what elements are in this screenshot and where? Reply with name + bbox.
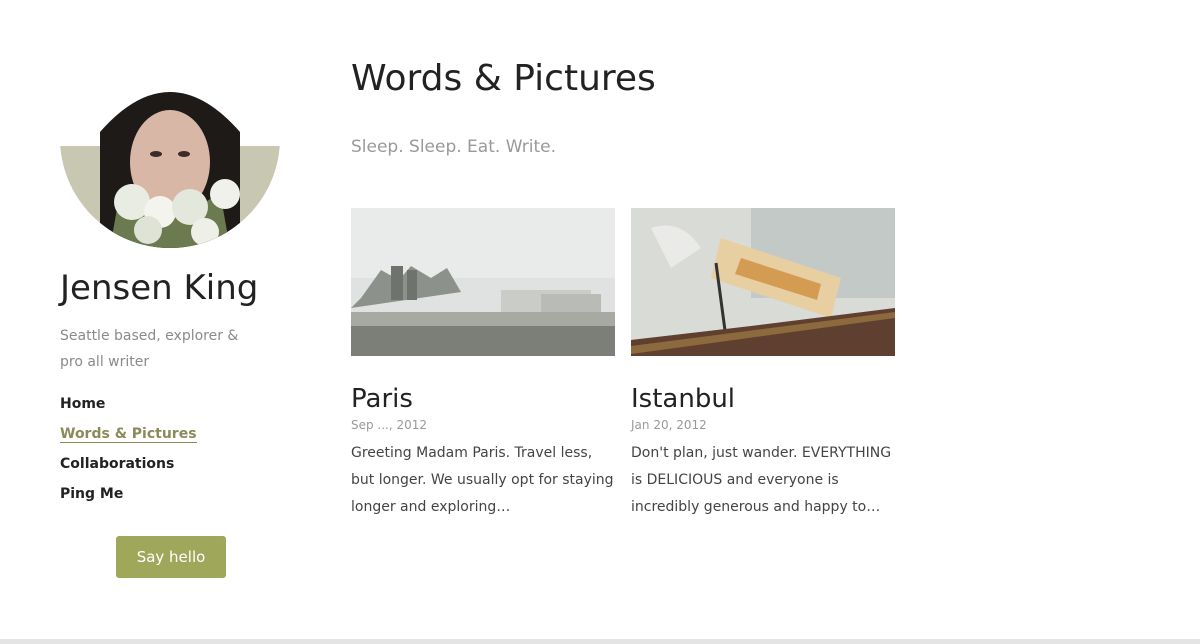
post-card-paris[interactable]: Paris Sep ..., 2012 Greeting Madam Paris… bbox=[351, 208, 615, 521]
post-title[interactable]: Istanbul bbox=[631, 384, 895, 414]
nav-item-ping-me[interactable]: Ping Me bbox=[60, 479, 290, 509]
sidebar-nav: Home Words & Pictures Collaborations Pin… bbox=[60, 389, 290, 509]
nav-item-words-pictures[interactable]: Words & Pictures bbox=[60, 419, 290, 449]
post-thumbnail-paris[interactable] bbox=[351, 208, 615, 356]
nav-item-collaborations[interactable]: Collaborations bbox=[60, 449, 290, 479]
sidebar: Jensen King Seattle based, explorer & pr… bbox=[60, 62, 290, 578]
post-date: Jan 20, 2012 bbox=[631, 418, 707, 432]
main-content: Words & Pictures Sleep. Sleep. Eat. Writ… bbox=[351, 58, 1171, 515]
post-date: Sep ..., 2012 bbox=[351, 418, 428, 432]
page-title: Words & Pictures bbox=[351, 58, 656, 99]
page-tagline: Sleep. Sleep. Eat. Write. bbox=[351, 137, 556, 157]
footer-divider bbox=[0, 639, 1200, 644]
say-hello-button[interactable]: Say hello bbox=[116, 536, 226, 578]
post-title[interactable]: Paris bbox=[351, 384, 615, 414]
post-list: Paris Sep ..., 2012 Greeting Madam Paris… bbox=[351, 208, 911, 521]
post-excerpt: Don't plan, just wander. EVERYTHING is D… bbox=[631, 445, 892, 515]
nav-item-home[interactable]: Home bbox=[60, 389, 290, 419]
author-name: Jensen King bbox=[60, 268, 259, 308]
post-thumbnail-istanbul[interactable] bbox=[631, 208, 895, 356]
post-excerpt: Greeting Madam Paris. Travel less, but l… bbox=[351, 445, 614, 515]
author-bio: Seattle based, explorer & pro all writer bbox=[60, 327, 239, 370]
avatar bbox=[60, 62, 280, 248]
post-card-istanbul[interactable]: Istanbul Jan 20, 2012 Don't plan, just w… bbox=[631, 208, 895, 521]
